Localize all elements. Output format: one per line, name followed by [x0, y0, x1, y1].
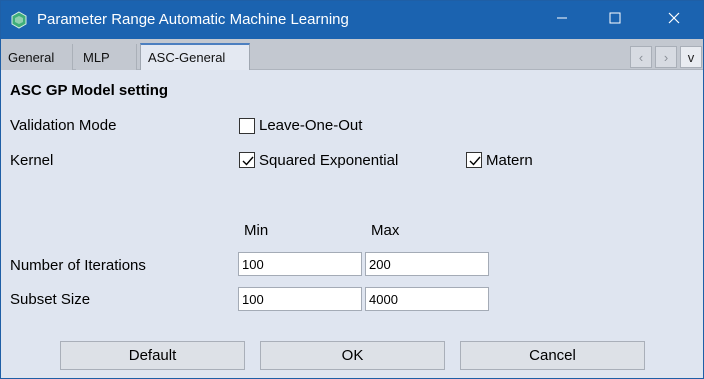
checkmark-icon	[469, 156, 481, 166]
tab-mlp[interactable]: MLP	[76, 44, 137, 70]
app-logo-icon	[10, 11, 28, 29]
ok-button[interactable]: OK	[260, 341, 445, 370]
tab-prev-button[interactable]: ‹	[630, 46, 652, 68]
iterations-label: Number of Iterations	[10, 257, 146, 274]
close-button[interactable]	[651, 1, 697, 39]
iterations-max-input[interactable]: 200	[365, 252, 489, 276]
window-title: Parameter Range Automatic Machine Learni…	[37, 11, 349, 28]
tab-general[interactable]: General	[1, 44, 73, 70]
subset-max-input[interactable]: 4000	[365, 287, 489, 311]
tab-next-button[interactable]: ›	[655, 46, 677, 68]
leave-one-out-label[interactable]: Leave-One-Out	[259, 117, 362, 134]
subset-min-input[interactable]: 100	[238, 287, 362, 311]
min-header: Min	[244, 222, 269, 239]
minimize-icon	[556, 11, 568, 29]
kernel-label: Kernel	[10, 152, 54, 169]
section-title: ASC GP Model setting	[10, 82, 169, 99]
validation-mode-label: Validation Mode	[10, 117, 117, 134]
subset-size-label: Subset Size	[10, 291, 91, 308]
leave-one-out-checkbox[interactable]	[239, 118, 255, 134]
cancel-button[interactable]: Cancel	[460, 341, 645, 370]
matern-label[interactable]: Matern	[486, 152, 533, 169]
max-header: Max	[371, 222, 400, 239]
minimize-button[interactable]	[539, 1, 585, 39]
title-bar[interactable]: Parameter Range Automatic Machine Learni…	[1, 1, 703, 39]
default-button[interactable]: Default	[60, 341, 245, 370]
maximize-icon	[609, 11, 621, 29]
dialog-window: Parameter Range Automatic Machine Learni…	[0, 0, 704, 379]
squared-exponential-label[interactable]: Squared Exponential	[259, 152, 398, 169]
tab-strip: General MLP ASC-General	[1, 39, 703, 70]
tab-asc-general[interactable]: ASC-General	[140, 43, 250, 70]
matern-checkbox[interactable]	[466, 152, 482, 168]
iterations-min-input[interactable]: 100	[238, 252, 362, 276]
tab-list-button[interactable]: v	[680, 46, 702, 68]
maximize-button[interactable]	[592, 1, 638, 39]
checkmark-icon	[242, 156, 254, 166]
tab-content: ASC GP Model setting Validation Mode Lea…	[1, 71, 703, 378]
squared-exponential-checkbox[interactable]	[239, 152, 255, 168]
close-icon	[668, 11, 680, 29]
